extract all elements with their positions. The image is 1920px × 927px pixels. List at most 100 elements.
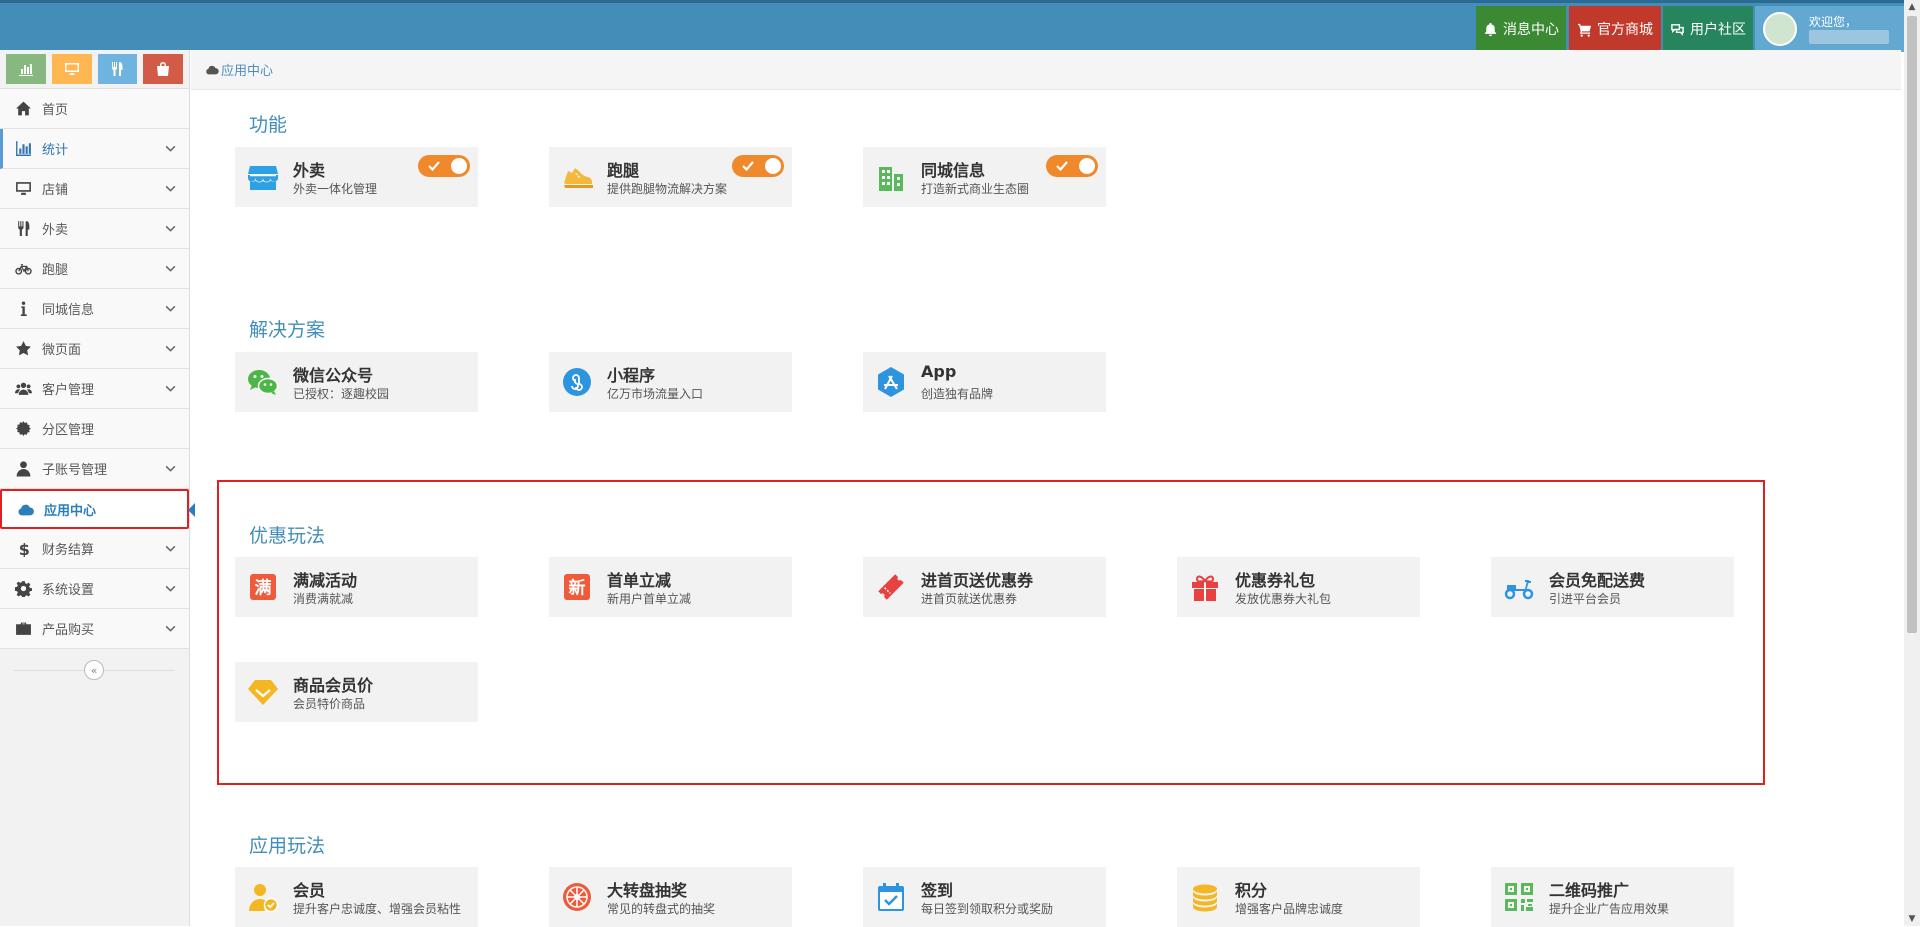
- sidebar-item-zones[interactable]: 分区管理: [0, 409, 189, 449]
- highlight-box: [217, 480, 1765, 785]
- sidebar-item-label: 应用中心: [44, 503, 97, 519]
- card-description: 消费满就减: [293, 592, 354, 606]
- section-title-features: 功能: [249, 114, 288, 136]
- sidebar-item-customers[interactable]: 客户管理: [0, 369, 189, 409]
- sidebar-item-micro-page[interactable]: 微页面: [0, 329, 189, 369]
- official-shop-button[interactable]: 官方商城: [1569, 6, 1661, 52]
- sidebar-item-stats[interactable]: 统计: [0, 129, 189, 169]
- shortcut-stats-button[interactable]: [6, 54, 46, 84]
- card-title: 进首页送优惠券: [921, 571, 1034, 590]
- sidebar-item-store[interactable]: 店铺: [0, 169, 189, 209]
- app-card-member-price[interactable]: 商品会员价 会员特价商品: [235, 662, 478, 722]
- breadcrumb: 应用中心: [191, 50, 1901, 90]
- sidebar-item-app-center[interactable]: 应用中心: [0, 489, 195, 529]
- takeout-toggle[interactable]: [418, 155, 470, 177]
- app-card-mini-program[interactable]: 小程序 亿万市场流量入口: [549, 352, 792, 412]
- sidebar-item-takeout[interactable]: 外卖: [0, 209, 189, 249]
- shortcut-shop-button[interactable]: [143, 54, 183, 84]
- user-icon: [13, 459, 33, 479]
- avatar: [1763, 12, 1797, 46]
- city-info-toggle[interactable]: [1046, 155, 1098, 177]
- card-title: 会员: [293, 881, 326, 900]
- app-card-lucky-wheel[interactable]: 大转盘抽奖 常见的转盘式的抽奖: [549, 867, 792, 927]
- users-icon: [13, 379, 33, 399]
- app-card-wechat[interactable]: 微信公众号 已授权：逐趣校园: [235, 352, 478, 412]
- scroll-down-arrow-icon[interactable]: ▼: [1904, 912, 1920, 926]
- app-card-city-info[interactable]: 同城信息 打造新式商业生态圈: [863, 147, 1106, 207]
- cutlery-icon: [112, 62, 123, 76]
- sidebar-item-label: 客户管理: [42, 383, 95, 398]
- chevron-down-icon: [165, 545, 176, 552]
- sidebar-item-label: 分区管理: [42, 423, 95, 438]
- home-icon: [13, 99, 33, 119]
- breadcrumb-link[interactable]: 应用中心: [221, 60, 273, 79]
- sidebar-item-label: 跑腿: [42, 263, 69, 278]
- sidebar-item-label: 子账号管理: [42, 463, 108, 478]
- chevron-down-icon: [165, 625, 176, 632]
- sidebar-collapse-button[interactable]: «: [84, 660, 104, 680]
- official-shop-label: 官方商城: [1597, 22, 1653, 38]
- app-card-takeout[interactable]: 外卖 外卖一体化管理: [235, 147, 478, 207]
- card-title: App: [921, 362, 957, 381]
- check-icon: [1056, 161, 1068, 172]
- briefcase-icon: [13, 619, 33, 639]
- card-description: 提供跑腿物流解决方案: [607, 182, 728, 196]
- sidebar-item-settings[interactable]: 系统设置: [0, 569, 189, 609]
- star-icon: [13, 339, 33, 359]
- app-card-qr-promotion[interactable]: 二维码推广 提升企业广告应用效果: [1491, 867, 1734, 927]
- member-icon: [247, 881, 279, 913]
- user-community-button[interactable]: 用户社区: [1663, 6, 1753, 52]
- chevron-down-icon: [165, 305, 176, 312]
- shortcut-takeout-button[interactable]: [97, 54, 138, 84]
- errand-toggle[interactable]: [732, 155, 784, 177]
- sidebar-item-purchase[interactable]: 产品购买: [0, 609, 189, 649]
- app-card-member[interactable]: 会员 提升客户忠诚度、增强会员粘性: [235, 867, 478, 927]
- app-card-check-in[interactable]: 签到 每日签到领取积分或奖励: [863, 867, 1106, 927]
- card-description: 打造新式商业生态圈: [921, 182, 1030, 196]
- user-menu[interactable]: 欢迎您，: [1755, 6, 1905, 52]
- card-description: 提升客户忠诚度、增强会员粘性: [293, 902, 462, 916]
- desktop-icon: [64, 63, 79, 75]
- chevron-down-icon: [165, 265, 176, 272]
- app-card-first-order[interactable]: 新 首单立减 新用户首单立减: [549, 557, 792, 617]
- sidebar-item-finance[interactable]: $ 财务结算: [0, 529, 189, 569]
- card-description: 每日签到领取积分或奖励: [921, 902, 1054, 916]
- app-card-home-coupon[interactable]: 进首页送优惠券 进首页就送优惠券: [863, 557, 1106, 617]
- sidebar-item-sub-accounts[interactable]: 子账号管理: [0, 449, 189, 489]
- card-description: 提升企业广告应用效果: [1549, 902, 1670, 916]
- cloud-icon: [15, 499, 35, 519]
- shortcut-store-button[interactable]: [51, 54, 92, 84]
- card-description: 已授权：逐趣校园: [293, 387, 390, 401]
- app-card-errand[interactable]: 跑腿 提供跑腿物流解决方案: [549, 147, 792, 207]
- card-title: 满减活动: [293, 571, 358, 590]
- gift-icon: [1189, 571, 1221, 603]
- app-card-full-reduction[interactable]: 满 满减活动 消费满就减: [235, 557, 478, 617]
- chevron-down-icon: [165, 465, 176, 472]
- page-scrollbar[interactable]: ▲ ▼: [1904, 0, 1920, 926]
- card-description: 新用户首单立减: [607, 592, 692, 606]
- sidebar-item-label: 统计: [42, 143, 69, 158]
- app-card-points[interactable]: 积分 增强客户品牌忠诚度: [1177, 867, 1420, 927]
- sidebar-item-home[interactable]: 首页: [0, 89, 189, 129]
- scrollbar-thumb[interactable]: [1907, 16, 1917, 633]
- scroll-up-arrow-icon[interactable]: ▲: [1904, 0, 1920, 14]
- card-title: 外卖: [293, 161, 326, 180]
- card-title: 积分: [1235, 881, 1268, 900]
- wheel-icon: [561, 881, 593, 913]
- sidebar-item-errand[interactable]: 跑腿: [0, 249, 189, 289]
- sidebar-item-label: 首页: [42, 103, 69, 118]
- sidebar-item-city-info[interactable]: 同城信息: [0, 289, 189, 329]
- sidebar-item-label: 财务结算: [42, 543, 95, 558]
- bar-chart-icon: [13, 139, 33, 159]
- coupon-ticket-icon: [875, 571, 907, 603]
- message-center-button[interactable]: 消息中心: [1476, 6, 1566, 52]
- app-card-app[interactable]: App 创造独有品牌: [863, 352, 1106, 412]
- app-card-free-delivery[interactable]: 会员免配送费 引进平台会员: [1491, 557, 1734, 617]
- section-title-promotions: 优惠玩法: [249, 525, 326, 547]
- first-order-glyph: 新: [569, 578, 586, 599]
- first-order-icon: 新: [561, 571, 593, 603]
- calendar-check-icon: [875, 881, 907, 913]
- app-card-coupon-pack[interactable]: 优惠券礼包 发放优惠券大礼包: [1177, 557, 1420, 617]
- card-title: 优惠券礼包: [1235, 571, 1316, 590]
- sidebar-collapse-area: «: [0, 649, 189, 691]
